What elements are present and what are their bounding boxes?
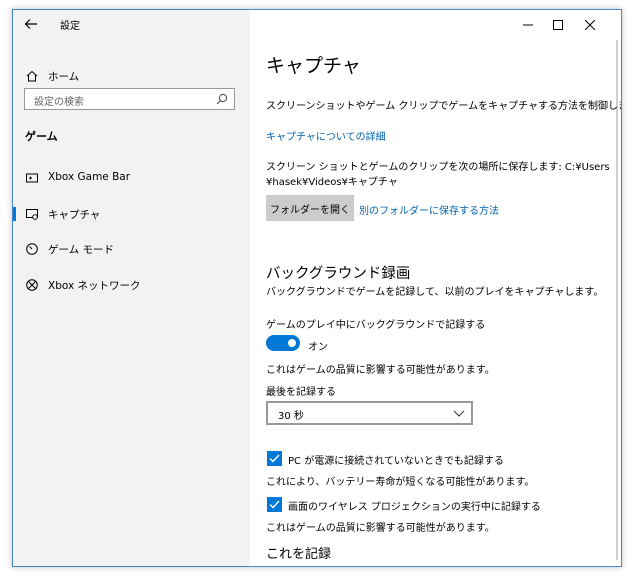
toggle-note: これはゲームの品質に影響する可能性があります。 [266,365,495,376]
background-recording-toggle[interactable] [266,335,300,351]
toggle-label: ゲームのプレイ中にバックグラウンドで記録する [266,320,486,331]
sidebar-item-xbox-game-bar[interactable]: Xbox Game Bar [13,163,250,193]
sidebar-item-game-mode[interactable]: ゲーム モード [13,234,250,264]
main-content: キャプチャ スクリーンショットやゲーム クリップでゲームをキャプチャする方法を制… [250,10,621,566]
record-last-label: 最後を記録する [266,387,336,398]
sidebar-item-home-label: ホーム [48,71,80,83]
checkbox-note: これはゲームの品質に影響する可能性があります。 [266,523,495,534]
record-duration-value: 30 秒 [278,411,304,422]
sidebar-item-xbox-network[interactable]: Xbox ネットワーク [13,270,250,300]
page-description: スクリーンショットやゲーム クリップでゲームをキャプチャする方法を制御します。 [266,101,622,112]
checkmark-icon [269,500,280,509]
xbox-icon [26,279,38,291]
sidebar-item-label: Xbox Game Bar [48,171,131,183]
page-title: キャプチャ [266,55,361,77]
sidebar-item-home[interactable]: ホーム [13,61,250,91]
minimize-icon [523,24,533,26]
sidebar-item-label: Xbox ネットワーク [48,280,141,292]
sidebar-item-label: キャプチャ [48,209,101,221]
close-button[interactable] [575,14,605,36]
minimize-button[interactable] [513,14,543,36]
checkbox-note: これにより、バッテリー寿命が短くなる可能性があります。 [266,477,535,488]
search-input[interactable]: 設定の検索 [24,88,235,110]
section-heading-background-recording: バックグラウンド録画 [266,266,411,282]
settings-window: 設定 ホーム 設定の検索 ゲーム Xbox Game Bar キャプチャ ゲーム… [12,9,622,567]
checkbox-label: 画面のワイヤレス プロジェクションの実行中に記録する [288,502,541,513]
sidebar-item-label: ゲーム モード [48,244,115,256]
close-icon [585,20,595,30]
sidebar-section-title: ゲーム [25,130,58,143]
checkmark-icon [269,454,280,463]
scrollbar[interactable] [616,40,618,560]
window-title: 設定 [60,21,80,32]
save-location-text: スクリーン ショットとゲームのクリップを次の場所に保存します: C:¥Users [266,162,610,173]
arrow-left-icon [24,19,37,29]
chevron-down-icon [453,410,465,417]
xbox-game-bar-icon [26,173,38,183]
game-mode-icon [26,243,38,255]
home-icon [26,70,38,82]
other-folder-link[interactable]: 別のフォルダーに保存する方法 [359,202,499,217]
maximize-button[interactable] [543,14,573,36]
open-folder-button[interactable]: フォルダーを開く [266,195,354,221]
record-duration-select[interactable]: 30 秒 [266,401,473,425]
save-location-path: ¥hasek¥Videos¥キャプチャ [266,177,398,188]
checkbox-record-wireless-projection[interactable] [267,497,282,512]
section-description: バックグラウンドでゲームを記録して、以前のプレイをキャプチャします。 [266,287,604,298]
toggle-state-label: オン [308,342,328,353]
checkbox-label: PC が電源に接続されていないときでも記録する [288,456,504,467]
search-icon [216,93,228,105]
checkbox-record-on-battery[interactable] [267,451,282,466]
capture-icon [26,209,38,220]
search-placeholder: 設定の検索 [34,97,84,108]
sidebar: 設定 ホーム 設定の検索 ゲーム Xbox Game Bar キャプチャ ゲーム… [13,10,250,566]
section-heading-record-this: これを記録 [266,547,332,562]
sidebar-item-capture[interactable]: キャプチャ [13,199,250,229]
toggle-knob [288,339,296,347]
maximize-icon [553,20,563,30]
learn-more-link[interactable]: キャプチャについての詳細 [266,128,386,143]
back-button[interactable] [23,16,39,32]
